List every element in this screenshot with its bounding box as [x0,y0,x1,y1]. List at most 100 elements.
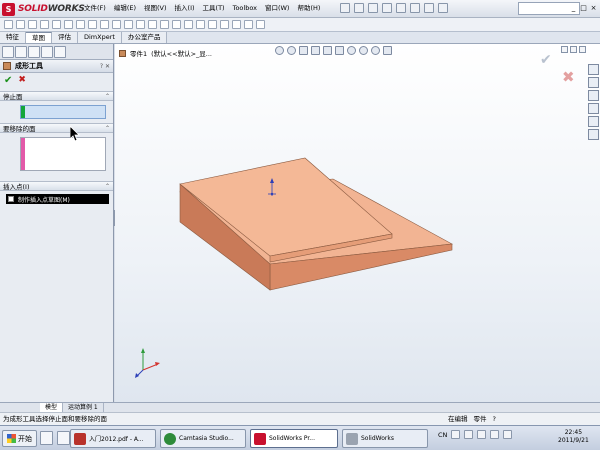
task-pdf-reader[interactable]: 入门2012.pdf - A... [70,429,156,448]
tab-evaluate[interactable]: 评估 [52,32,78,43]
window-icon [346,432,358,445]
point-tool-icon[interactable] [124,20,133,29]
clock-date: 2011/9/21 [558,437,589,444]
status-help-icon[interactable]: ? [493,413,496,425]
graphics-viewport[interactable]: 零件1 (默认<<默认>_显... ✔ ✖ [115,44,600,402]
menu-window[interactable]: 窗口(W) [261,3,294,14]
spline-tool-icon[interactable] [64,20,73,29]
help-icon[interactable] [451,430,461,439]
network-icon[interactable] [464,430,474,439]
move-entities-icon[interactable] [196,20,205,29]
instant-2d-icon[interactable] [256,20,265,29]
tab-sketch[interactable]: 草图 [26,32,52,43]
faces-to-remove-selection-box[interactable] [20,137,106,171]
solidworks-logo-icon: S [2,2,15,16]
volume-icon[interactable] [477,430,487,439]
options-icon[interactable] [438,3,448,13]
forming-tool-icon [3,62,11,70]
status-bar: 为成形工具选择停止面和要移除的面 在编辑 零件 ? [0,412,600,425]
reference-triad-icon [135,348,160,378]
collapse-icon[interactable]: ⌃ [105,93,113,100]
quick-snaps-icon[interactable] [232,20,241,29]
repair-sketch-icon[interactable] [220,20,229,29]
tab-features[interactable]: 特征 [0,32,26,43]
polygon-tool-icon[interactable] [76,20,85,29]
menu-file[interactable]: 文件(F) [80,3,110,14]
stop-face-color-marker [21,106,25,118]
mirror-entities-icon[interactable] [172,20,181,29]
ok-button[interactable]: ✔ [4,75,12,86]
undo-icon[interactable] [396,3,406,13]
select-icon[interactable] [410,3,420,13]
task-solidworks[interactable]: SolidWorks [342,429,428,448]
fillet-tool-icon[interactable] [88,20,97,29]
menu-edit[interactable]: 编辑(E) [110,3,140,14]
maximize-button[interactable]: □ [579,2,588,14]
open-icon[interactable] [354,3,364,13]
start-button[interactable]: 开始 [2,430,37,447]
faces-to-remove-color-marker [21,138,25,170]
collapse-icon[interactable]: ⌃ [105,183,113,190]
stop-face-selection-box[interactable] [20,105,106,119]
faces-to-remove-header[interactable]: 要移除的面 ⌃ [0,123,113,133]
language-indicator[interactable]: CN [438,431,447,439]
menu-insert[interactable]: 插入(I) [171,3,199,14]
part-model[interactable] [115,44,600,402]
configuration-manager-icon[interactable] [28,46,40,58]
display-manager-icon[interactable] [54,46,66,58]
pm-help-icon[interactable]: ? ✕ [100,63,113,70]
stop-face-header[interactable]: 停止面 ⌃ [0,91,113,101]
trim-tool-icon[interactable] [136,20,145,29]
insertion-point-header[interactable]: 插入点(I) ⌃ [0,181,113,191]
cancel-button[interactable]: ✖ [18,75,26,85]
tab-motion-study[interactable]: 运动算例 1 [63,403,104,412]
system-clock[interactable]: 22:45 2011/9/21 [558,429,589,445]
menu-toolbox[interactable]: Toolbox [229,3,261,14]
menu-help[interactable]: 帮助(H) [293,3,324,14]
mouse-cursor-icon [70,126,80,142]
arc-tool-icon[interactable] [52,20,61,29]
menu-tools[interactable]: 工具(T) [199,3,229,14]
text-tool-icon[interactable] [112,20,121,29]
explorer-icon[interactable] [57,431,70,445]
show-desktop-icon[interactable] [40,431,53,445]
display-relations-icon[interactable] [208,20,217,29]
rebuild-icon[interactable] [424,3,434,13]
insertion-point-section: 插入点(I) ⌃ 制作插入点草图(M) [0,181,113,204]
logo-wordmark: SOLIDWORKS [18,4,85,14]
model-motion-tabs: 模型 运动算例 1 [0,402,600,412]
feature-manager-icon[interactable] [2,46,14,58]
status-document-type: 零件 [473,415,487,423]
new-document-icon[interactable] [340,3,350,13]
circle-tool-icon[interactable] [40,20,49,29]
tab-office-products[interactable]: 办公室产品 [121,32,168,43]
solidworks-logo[interactable]: S SOLIDWORKS [2,2,85,16]
offset-entities-icon[interactable] [160,20,169,29]
insert-sketch-button[interactable]: 制作插入点草图(M) [6,194,109,204]
close-button[interactable]: × [589,2,598,14]
print-icon[interactable] [382,3,392,13]
task-label: SolidWorks [361,435,394,442]
rectangle-tool-icon[interactable] [28,20,37,29]
property-manager-icon[interactable] [15,46,27,58]
quick-access-toolbar [340,3,448,13]
task-label: 入门2012.pdf - A... [89,436,144,443]
linear-pattern-icon[interactable] [184,20,193,29]
command-manager-toolbar [0,18,600,32]
menu-view[interactable]: 视图(V) [140,3,171,14]
sketch-tool-icon[interactable] [4,20,13,29]
save-icon[interactable] [368,3,378,13]
dimxpert-manager-icon[interactable] [41,46,53,58]
line-tool-icon[interactable] [16,20,25,29]
security-icon[interactable] [503,430,513,439]
tab-dimxpert[interactable]: DimXpert [78,32,122,43]
convert-entities-icon[interactable] [148,20,157,29]
task-camtasia[interactable]: Camtasia Studio... [160,429,246,448]
camtasia-tray-icon[interactable] [490,430,500,439]
minimize-button[interactable]: _ [569,2,578,14]
collapse-icon[interactable]: ⌃ [105,125,113,132]
tab-model[interactable]: 模型 [40,403,64,412]
task-solidworks-part[interactable]: SolidWorks Pr... [250,429,338,448]
chamfer-tool-icon[interactable] [100,20,109,29]
rapid-sketch-icon[interactable] [244,20,253,29]
